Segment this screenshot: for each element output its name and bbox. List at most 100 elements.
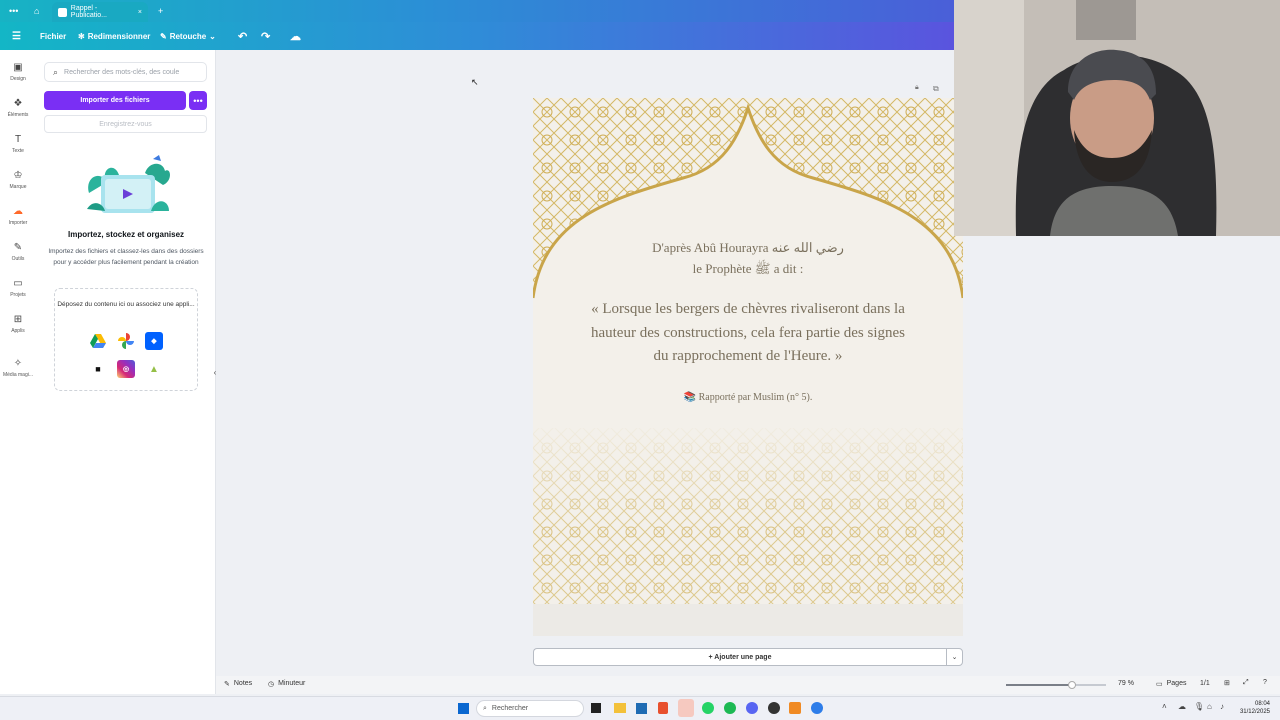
browser-menu-icon[interactable]: •••	[9, 0, 18, 22]
rail-item-apps[interactable]: ⊞ Applis	[0, 314, 36, 334]
more-dots-icon: •••	[193, 95, 203, 106]
search-placeholder: Rechercher des mots-clés, des coule	[64, 68, 180, 76]
rail-label: Design	[10, 76, 26, 82]
undo-button[interactable]: ↶	[238, 22, 247, 50]
rail-item-projects[interactable]: ▭ Projets	[0, 278, 36, 298]
rail-item-uploads[interactable]: ☁ Importer	[0, 206, 36, 226]
upload-files-button[interactable]: Importer des fichiers	[44, 91, 186, 110]
quote-line-2: hauteur des constructions, cela fera par…	[590, 325, 906, 341]
main-menu-button[interactable]: ☰	[12, 22, 21, 50]
notion-icon[interactable]: ■	[89, 360, 107, 378]
google-drive-icon[interactable]	[89, 332, 107, 350]
search-field[interactable]: ⌕ Rechercher des mots-clés, des coule	[44, 62, 207, 82]
page-shadow	[533, 604, 963, 636]
app-icon[interactable]	[789, 702, 801, 714]
rail-label: Éléments	[7, 112, 29, 118]
file-menu-button[interactable]: Fichier	[40, 22, 66, 50]
chevron-down-icon: ⌄	[209, 31, 216, 41]
home-icon[interactable]: ⌂	[34, 0, 39, 22]
rail-item-magic-media[interactable]: ✧ Média magi...	[0, 358, 36, 378]
resize-button[interactable]: ✻ Redimensionner	[78, 22, 150, 50]
rail-label: Média magi...	[2, 372, 33, 378]
rail-label: Importer	[8, 220, 28, 226]
network-icon[interactable]: ⌂	[1207, 702, 1212, 711]
dropbox-icon[interactable]: ◆	[145, 332, 163, 350]
add-page-button[interactable]: + Ajouter une page	[533, 648, 946, 666]
instagram-icon[interactable]: ◎	[117, 360, 135, 378]
os-taskbar: ⌕ Rechercher ˄ ☁ 🎙︎ ⌂ ♪ 08:04 31/12/2025	[0, 696, 1280, 720]
rail-label: Projets	[10, 292, 26, 298]
notes-button[interactable]: ✎ Notes	[224, 680, 252, 688]
mouse-cursor-icon: ↖	[471, 77, 479, 87]
fullscreen-icon[interactable]: ⤢	[1243, 679, 1249, 687]
task-view-icon[interactable]	[591, 703, 601, 713]
volume-icon[interactable]: ♪	[1220, 702, 1224, 711]
brave-browser-icon[interactable]	[658, 702, 668, 714]
save-status-button[interactable]: ☁	[290, 22, 301, 50]
rail-item-tools[interactable]: ✎ Outils	[0, 242, 36, 262]
redo-icon: ↷	[261, 30, 271, 43]
notes-icon: ✎	[224, 681, 230, 688]
rail-item-text[interactable]: T Texte	[0, 134, 36, 154]
chevron-left-icon: ‹	[213, 368, 217, 377]
google-photos-icon[interactable]	[117, 332, 135, 350]
edge-icon[interactable]	[811, 702, 823, 714]
attribution-line-2: le Prophète ﷺ a dit :	[692, 261, 804, 276]
redo-button[interactable]: ↷	[261, 22, 270, 50]
hamburger-icon: ☰	[12, 30, 21, 42]
zoom-slider-handle[interactable]	[1068, 681, 1076, 689]
resize-label: Redimensionner	[87, 31, 151, 41]
rail-label: Marque	[9, 184, 27, 190]
panel-description: Importez des fichiers et classez-les dan…	[48, 248, 204, 266]
zoom-level[interactable]: 79 %	[1118, 680, 1134, 687]
tab-close-icon[interactable]: ×	[138, 9, 142, 16]
whatsapp-icon[interactable]	[702, 702, 714, 714]
webcam-video	[954, 0, 1280, 236]
more-options-button[interactable]: •••	[189, 91, 207, 110]
undo-icon: ↶	[238, 30, 248, 43]
duplicate-page-icon[interactable]: ⧉	[933, 84, 939, 94]
grid-view-icon[interactable]: ⊞	[1224, 679, 1230, 687]
shopify-icon[interactable]: ▲	[145, 360, 163, 378]
uploads-illustration	[87, 155, 170, 213]
help-icon[interactable]: ?	[1263, 679, 1267, 686]
canva-favicon-icon	[58, 7, 67, 17]
edit-menu-button[interactable]: ✎ Retouche ⌄	[160, 22, 216, 50]
timer-button[interactable]: ◷ Minuteur	[268, 680, 305, 688]
rail-item-brand[interactable]: ♔ Marque	[0, 170, 36, 190]
taskbar-search[interactable]: ⌕ Rechercher	[476, 700, 584, 717]
microphone-icon[interactable]: 🎙︎	[1194, 702, 1204, 711]
folder-icon: ▭	[13, 278, 23, 289]
clock[interactable]: 08:04 31/12/2025	[1236, 700, 1270, 716]
hadith-source: 📚 Rapporté par Muslim (n° 5).	[683, 392, 813, 403]
zoom-slider-fill	[1006, 684, 1072, 686]
design-page[interactable]: D'après Abû Hourayra رضي الله عنه le Pro…	[533, 98, 963, 604]
file-menu-label: Fichier	[40, 31, 67, 41]
store-icon[interactable]	[636, 703, 647, 714]
obs-icon[interactable]	[768, 702, 780, 714]
new-tab-icon[interactable]: +	[158, 0, 163, 22]
browser-tab-strip: ••• ⌂ Rappel - Publicatio... × +	[0, 0, 954, 22]
browser-tab[interactable]: Rappel - Publicatio... ×	[52, 2, 148, 22]
spotify-icon[interactable]	[724, 702, 736, 714]
collapse-panel-button[interactable]: ‹	[209, 364, 221, 382]
text-icon: T	[14, 134, 22, 145]
active-app-icon[interactable]	[678, 699, 694, 717]
add-page-options-button[interactable]: ⌄	[946, 648, 963, 666]
rail-item-elements[interactable]: ❖ Éléments	[0, 98, 36, 118]
record-yourself-button[interactable]: Enregistrez-vous	[44, 115, 207, 133]
drop-zone[interactable]: Déposez du contenu ici ou associez une a…	[54, 288, 198, 391]
rail-item-design[interactable]: ▣ Design	[0, 62, 36, 82]
tray-app-icon[interactable]: ☁	[1178, 702, 1186, 711]
file-explorer-icon[interactable]	[614, 703, 626, 713]
edit-label: Retouche	[169, 31, 207, 41]
windows-start-icon[interactable]	[458, 703, 469, 714]
search-icon: ⌕	[53, 66, 59, 77]
discord-icon[interactable]	[746, 702, 758, 714]
lock-page-icon[interactable]: 🔒︎	[915, 84, 919, 92]
notes-label: Notes	[233, 680, 253, 687]
zoom-slider[interactable]	[1006, 681, 1106, 689]
chevron-down-icon: ⌄	[951, 654, 958, 661]
pages-button[interactable]: ▭ Pages	[1156, 680, 1186, 688]
tray-chevron-up-icon[interactable]: ˄	[1162, 702, 1167, 711]
